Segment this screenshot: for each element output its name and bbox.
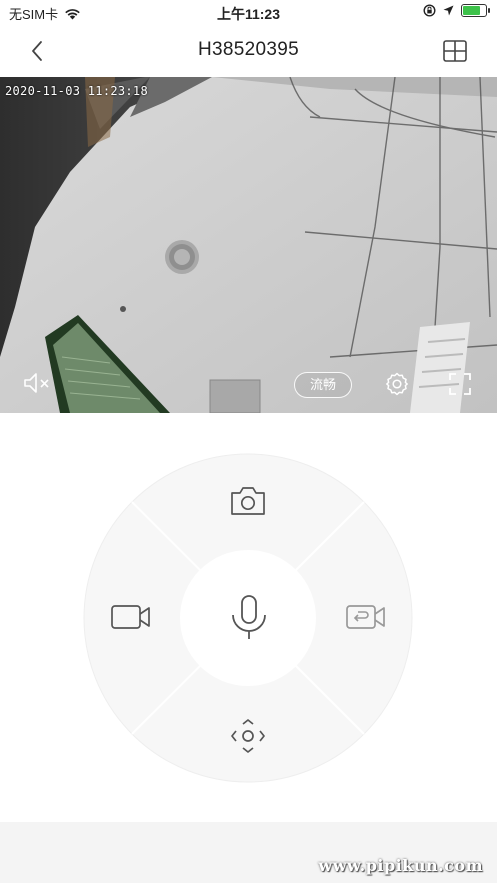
video-timestamp: 2020-11-03 11:23:18 [5, 84, 148, 98]
status-right [423, 4, 490, 17]
video-preview[interactable]: 2020-11-03 11:23:18 流畅 [0, 77, 497, 413]
watermark-text: www.pipikun.com [318, 856, 483, 875]
camera-icon[interactable] [229, 485, 267, 517]
battery-icon [461, 4, 490, 17]
camera-feed-image [0, 77, 497, 413]
location-icon [443, 5, 454, 16]
video-record-icon[interactable] [110, 603, 152, 631]
control-panel [0, 413, 497, 822]
bottom-bar: www.pipikun.com [0, 822, 497, 883]
page-title: H38520395 [198, 39, 299, 60]
video-quality-button[interactable]: 流畅 [294, 372, 352, 398]
fullscreen-icon[interactable] [448, 372, 472, 396]
status-bar: 无SIM卡 上午11:23 [0, 0, 497, 26]
ptz-direction-icon[interactable] [230, 718, 266, 754]
mute-icon[interactable] [22, 371, 52, 395]
settings-gear-icon[interactable] [384, 371, 410, 397]
playback-icon[interactable] [345, 603, 387, 631]
multi-view-grid-icon[interactable] [443, 40, 467, 62]
microphone-icon[interactable] [228, 593, 270, 643]
nav-bar: H38520395 [0, 26, 497, 76]
orientation-lock-icon [423, 4, 436, 17]
